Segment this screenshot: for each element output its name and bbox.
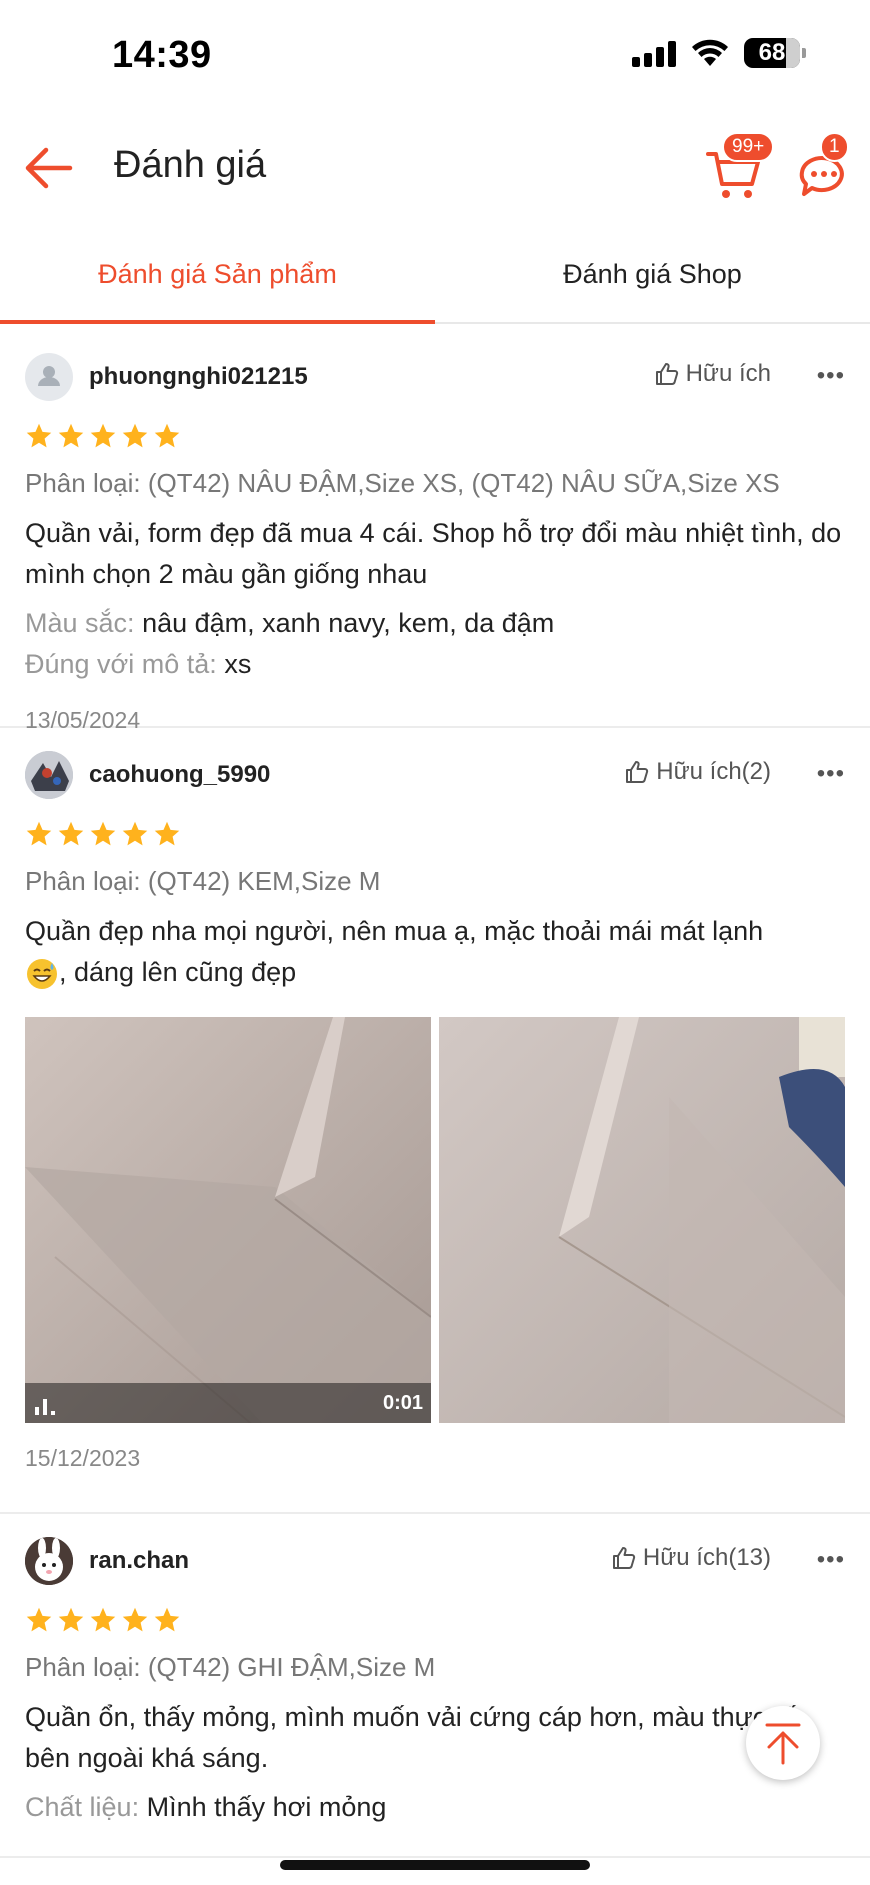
- more-options-button[interactable]: •••: [817, 1546, 845, 1574]
- wifi-icon: [692, 39, 728, 66]
- star-icon: [26, 1607, 52, 1632]
- star-rating: [25, 422, 845, 450]
- bunny-avatar-image: [25, 1537, 73, 1585]
- default-user-icon: [38, 366, 60, 386]
- cart-badge: 99+: [722, 132, 775, 162]
- avatar[interactable]: [25, 353, 73, 401]
- attribute-row: Màu sắc: nâu đậm, xanh navy, kem, da đậm: [25, 603, 845, 644]
- review-list: phuongnghi021215 Hữu ích ••• Phân loại: …: [0, 330, 870, 1858]
- review-tabs: Đánh giá Sản phẩm Đánh giá Shop: [0, 226, 870, 324]
- star-icon: [154, 821, 180, 846]
- star-rating: [25, 820, 845, 848]
- tab-shop-reviews[interactable]: Đánh giá Shop: [435, 226, 870, 322]
- tab-product-reviews[interactable]: Đánh giá Sản phẩm: [0, 226, 435, 322]
- app-header: Đánh giá 99+ 1: [0, 120, 870, 220]
- review-item: caohuong_5990 Hữu ích(2) ••• Phân loại: …: [0, 728, 870, 1514]
- star-icon: [58, 423, 84, 448]
- chat-badge: 1: [820, 132, 849, 162]
- helpful-button[interactable]: Hữu ích(13): [611, 1544, 771, 1572]
- attribute-key: Màu sắc:: [25, 608, 135, 638]
- helpful-label: Hữu ích(2): [656, 758, 771, 785]
- star-rating: [25, 1606, 845, 1634]
- scroll-to-top-button[interactable]: [746, 1706, 820, 1780]
- home-indicator: [280, 1860, 590, 1870]
- variation-text: Phân loại: (QT42) GHI ĐẬM,Size M: [25, 1652, 436, 1682]
- review-date: 15/12/2023: [25, 1445, 141, 1471]
- status-time: 14:39: [112, 34, 212, 76]
- avatar[interactable]: [25, 751, 73, 799]
- helpful-button[interactable]: Hữu ích(2): [624, 758, 771, 786]
- more-options-button[interactable]: •••: [817, 760, 845, 788]
- username[interactable]: phuongnghi021215: [89, 363, 308, 391]
- video-thumbnail: [25, 1017, 431, 1423]
- username[interactable]: ran.chan: [89, 1547, 189, 1575]
- thumbs-up-icon: [655, 363, 678, 385]
- star-icon: [58, 1607, 84, 1632]
- user-photo: [25, 751, 73, 799]
- star-icon: [90, 1607, 116, 1632]
- comment-text: , dáng lên cũng đẹp: [59, 957, 297, 987]
- cellular-signal-icon: [632, 39, 676, 67]
- review-comment: Quần ổn, thấy mỏng, mình muốn vải cứng c…: [25, 1702, 797, 1773]
- attribute-value: Mình thấy hơi mỏng: [146, 1792, 387, 1822]
- attribute-key: Đúng với mô tả:: [25, 649, 217, 679]
- arrow-up-icon: [765, 1723, 801, 1765]
- username[interactable]: caohuong_5990: [89, 761, 270, 789]
- more-options-button[interactable]: •••: [817, 362, 845, 390]
- star-icon: [154, 423, 180, 448]
- sweat-smile-emoji-icon: [27, 958, 57, 989]
- variation-text: Phân loại: (QT42) NÂU ĐẬM,Size XS, (QT42…: [25, 468, 780, 498]
- review-photo-image: [439, 1017, 845, 1423]
- review-video[interactable]: 0:01: [25, 1017, 431, 1423]
- helpful-label: Hữu ích: [685, 360, 771, 387]
- star-icon: [90, 821, 116, 846]
- star-icon: [58, 821, 84, 846]
- attribute-value: nâu đậm, xanh navy, kem, da đậm: [142, 608, 555, 638]
- page-title: Đánh giá: [114, 144, 267, 186]
- review-item: ran.chan Hữu ích(13) ••• Phân loại: (QT4…: [0, 1514, 870, 1858]
- back-button[interactable]: [22, 140, 78, 196]
- star-icon: [154, 1607, 180, 1632]
- chat-button[interactable]: 1: [794, 132, 854, 200]
- battery-icon: 68: [744, 38, 806, 68]
- star-icon: [90, 423, 116, 448]
- star-icon: [26, 821, 52, 846]
- active-tab-indicator: [0, 320, 435, 324]
- star-icon: [26, 423, 52, 448]
- status-icons: 68: [632, 38, 806, 68]
- back-arrow-icon: [25, 147, 73, 189]
- video-duration: 0:01: [382, 1392, 423, 1414]
- star-icon: [122, 821, 148, 846]
- review-media-row: 0:01: [25, 1017, 845, 1423]
- video-info-bar: [25, 1383, 431, 1423]
- thumbs-up-icon: [626, 761, 649, 783]
- video-stats-icon: [35, 1399, 55, 1415]
- cart-button[interactable]: 99+: [706, 132, 775, 200]
- attribute-key: Chất liệu:: [25, 1792, 140, 1822]
- status-bar: 14:39 68: [0, 0, 870, 120]
- review-item: phuongnghi021215 Hữu ích ••• Phân loại: …: [0, 330, 870, 733]
- star-icon: [122, 1607, 148, 1632]
- battery-level: 68: [758, 39, 786, 66]
- thumbs-up-icon: [612, 1547, 636, 1569]
- variation-text: Phân loại: (QT42) KEM,Size M: [25, 866, 381, 896]
- attribute-value: xs: [224, 649, 252, 679]
- avatar[interactable]: [25, 1537, 73, 1585]
- helpful-button[interactable]: Hữu ích: [654, 360, 771, 388]
- review-photo[interactable]: [439, 1017, 845, 1423]
- attribute-row: Đúng với mô tả: xs: [25, 644, 845, 685]
- review-comment: Quần vải, form đẹp đã mua 4 cái. Shop hỗ…: [25, 518, 842, 589]
- star-icon: [122, 423, 148, 448]
- attribute-row: Chất liệu: Mình thấy hơi mỏng: [25, 1787, 845, 1828]
- comment-text: Quần đẹp nha mọi người, nên mua ạ, mặc t…: [25, 916, 764, 946]
- helpful-label: Hữu ích(13): [642, 1544, 771, 1571]
- review-comment: Quần đẹp nha mọi người, nên mua ạ, mặc t…: [25, 911, 845, 993]
